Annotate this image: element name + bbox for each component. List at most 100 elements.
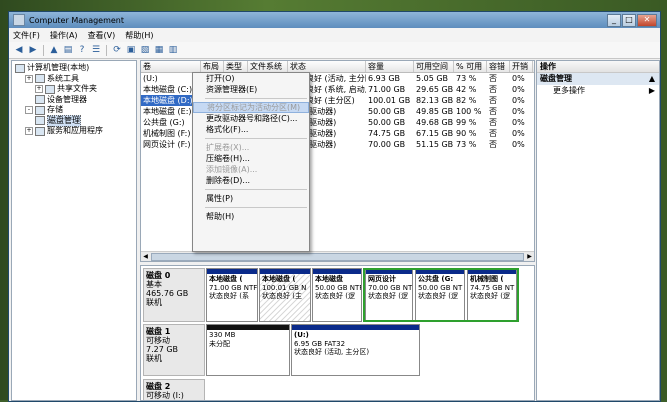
toolbar-separator <box>43 44 44 56</box>
partition[interactable]: (U:) 6.95 GB FAT32 状态良好 (活动, 主分区) <box>291 324 420 376</box>
table-cell: 0% <box>512 85 525 94</box>
actions-section[interactable]: 磁盘管理 ▲ <box>537 73 659 85</box>
refresh-icon[interactable]: ⟳ <box>111 44 123 56</box>
column-header[interactable]: % 可用 <box>454 61 487 72</box>
expand-toggle-icon[interactable]: - <box>25 106 33 114</box>
show-tree-icon[interactable]: ▤ <box>62 44 74 56</box>
partition-name: 本地磁盘 ( <box>209 275 243 283</box>
disk-info[interactable]: 磁盘 0 基本 465.76 GB 联机 <box>143 268 205 322</box>
list-icon[interactable]: ☰ <box>90 44 102 56</box>
partition[interactable]: 本地磁盘 (100.01 GB N 状态良好 (主 <box>259 268 311 322</box>
column-header[interactable]: 容量 <box>366 61 414 72</box>
menu-item: 扩展卷(X)... <box>206 143 250 152</box>
menu-item: 添加镜像(A)... <box>206 165 258 174</box>
expand-toggle-icon[interactable]: + <box>25 74 33 83</box>
column-header[interactable]: 开销 <box>510 61 533 72</box>
back-icon[interactable]: ◀ <box>13 44 25 56</box>
table-cell: 5.05 GB <box>416 74 449 83</box>
partition[interactable]: 本地磁盘 (71.00 GB NTF 状态良好 (系 <box>206 268 258 322</box>
menu-item[interactable]: 压缩卷(H)... <box>193 153 309 164</box>
partition-size: 71.00 GB NTF <box>209 283 257 292</box>
menu-item[interactable]: 打开(O) <box>193 73 309 84</box>
menu-help[interactable]: 帮助(H) <box>125 30 153 41</box>
column-header[interactable]: 容错 <box>487 61 510 72</box>
tree-item[interactable]: - 存储 <box>25 105 63 115</box>
scroll-left-icon[interactable]: ◀ <box>141 252 150 261</box>
context-menu: 打开(O) 资源管理器(E) 将分区标记为活动分区(M) 更改驱动器号和路径(C)..… <box>192 72 310 252</box>
menu-item[interactable]: 属性(P) <box>193 193 309 204</box>
menu-view[interactable]: 查看(V) <box>88 30 116 41</box>
tree-item[interactable]: 设备管理器 <box>35 95 87 105</box>
properties-icon[interactable]: ▣ <box>125 44 137 56</box>
disk-info[interactable]: 磁盘 2 可移动 (I:) <box>143 379 205 400</box>
table-cell: 99 % <box>456 118 477 127</box>
menu-separator <box>205 138 307 139</box>
forward-icon[interactable]: ▶ <box>27 44 39 56</box>
submenu-arrow-icon: ▶ <box>648 86 655 95</box>
table-cell: 73 % <box>456 140 477 149</box>
table-cell: 0% <box>512 140 525 149</box>
column-header[interactable]: 可用空间 <box>414 61 454 72</box>
tree-item[interactable]: + 共享文件夹 <box>35 84 97 94</box>
horizontal-scrollbar[interactable]: ◀ ▶ <box>141 251 534 261</box>
table-cell: 0% <box>512 96 525 105</box>
partition[interactable]: 330 MB 未分配 <box>206 324 290 376</box>
disk-map: 磁盘 0 基本 465.76 GB 联机 本地磁盘 (71.00 GB NTF 状态良好 … <box>140 265 535 401</box>
export-icon[interactable]: ▦ <box>153 44 165 56</box>
menu-bar: 文件(F) 操作(A) 查看(V) 帮助(H) <box>9 28 660 42</box>
tree-item-label: 设备管理器 <box>47 94 87 104</box>
menu-item[interactable]: 删除卷(D)... <box>193 175 309 186</box>
tree-item[interactable]: + 服务和应用程序 <box>25 126 103 136</box>
column-header[interactable]: 类型 <box>224 61 248 72</box>
table-cell: 49.68 GB <box>416 118 454 127</box>
close-button[interactable]: ✕ <box>637 13 657 27</box>
toolbar-separator <box>106 44 107 56</box>
disk-row: 磁盘 2 可移动 (I:) <box>143 379 529 400</box>
disk-info[interactable]: 磁盘 1 可移动 7.27 GB 联机 <box>143 324 205 376</box>
partition-status: 状态良好 (逻 <box>315 292 355 300</box>
tree-item[interactable]: 计算机管理(本地) <box>15 63 89 73</box>
partition-text: 本地磁盘 (71.00 GB NTF 状态良好 (系 <box>207 274 257 302</box>
tree-item[interactable]: 磁盘管理 <box>35 114 81 127</box>
menu-action[interactable]: 操作(A) <box>50 30 78 41</box>
table-cell: 否 <box>489 118 497 127</box>
disk-detail: 联机 <box>146 354 162 363</box>
title-bar[interactable]: Computer Management _ □ ✕ <box>9 12 660 28</box>
table-cell: 0% <box>512 118 525 127</box>
partition-size: 330 MB <box>209 331 236 339</box>
minimize-button[interactable]: _ <box>607 13 621 27</box>
actions-pane: 操作 磁盘管理 ▲ 更多操作 ▶ <box>536 60 660 401</box>
up-folder-icon[interactable]: ▲ <box>48 44 60 56</box>
maximize-button[interactable]: □ <box>622 13 636 27</box>
partition-status: 状态良好 (系 <box>209 292 249 300</box>
column-header[interactable]: 文件系统 <box>248 61 288 72</box>
menu-separator <box>205 207 307 208</box>
column-header[interactable]: 卷 <box>141 61 201 72</box>
menu-file[interactable]: 文件(F) <box>13 30 40 41</box>
folder-icon <box>45 84 55 94</box>
more-actions[interactable]: 更多操作 ▶ <box>537 85 659 97</box>
open-folder-icon[interactable]: ▧ <box>139 44 151 56</box>
menu-item[interactable]: 格式化(F)... <box>193 124 309 135</box>
expand-toggle-icon[interactable]: + <box>35 85 43 93</box>
partition-text: 本地磁盘 (100.01 GB N 状态良好 (主 <box>260 274 310 302</box>
column-header[interactable]: 状态 <box>288 61 366 72</box>
menu-item[interactable]: 更改驱动器号和路径(C)... <box>193 113 309 124</box>
help-icon[interactable]: ? <box>76 44 88 56</box>
menu-item[interactable]: 帮助(H) <box>193 211 309 222</box>
scrollbar-thumb[interactable] <box>151 253 524 261</box>
tree-item[interactable]: + 系统工具 <box>25 74 79 84</box>
settings-icon[interactable]: ▥ <box>167 44 179 56</box>
extended-partition <box>363 268 519 322</box>
collapse-arrow-icon[interactable]: ▲ <box>649 73 655 85</box>
menu-item[interactable]: 资源管理器(E) <box>193 84 309 95</box>
tree-item-label: 磁盘管理 <box>47 114 81 127</box>
menu-separator <box>205 98 307 99</box>
table-cell: 100.01 GB <box>368 96 411 105</box>
column-header[interactable]: 布局 <box>201 61 224 72</box>
partition[interactable]: 本地磁盘 50.00 GB NTF 状态良好 (逻 <box>312 268 362 322</box>
scroll-right-icon[interactable]: ▶ <box>525 252 534 261</box>
disk-name: 磁盘 0 <box>146 271 171 280</box>
expand-toggle-icon[interactable]: + <box>25 127 33 135</box>
tools-icon <box>35 74 45 83</box>
